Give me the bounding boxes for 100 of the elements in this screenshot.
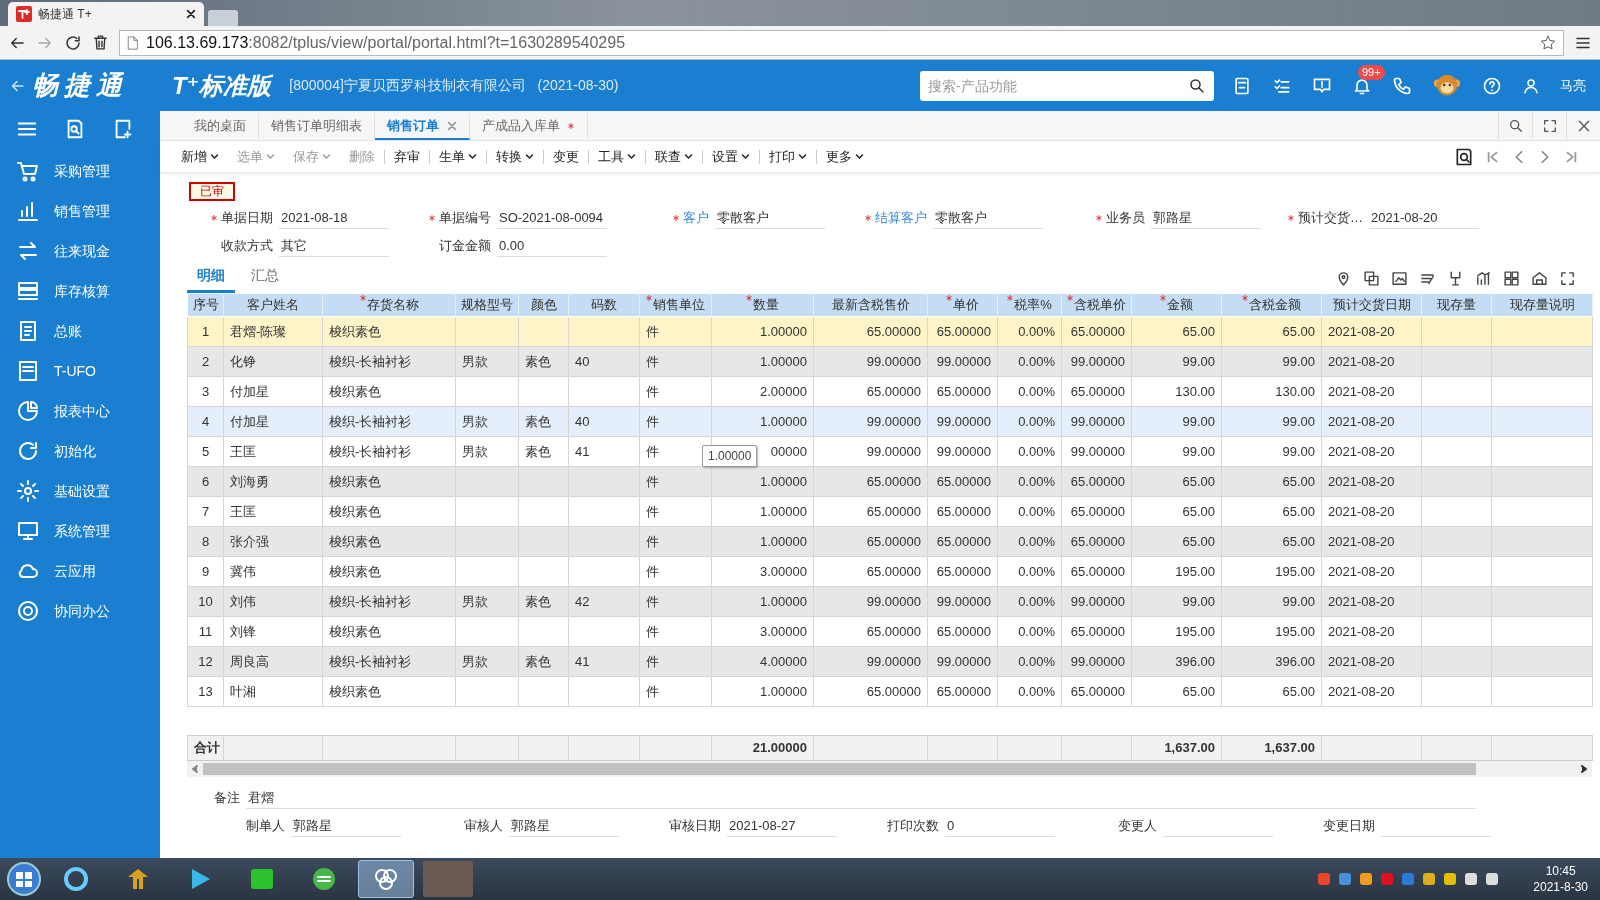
house-icon[interactable]: [1531, 270, 1548, 287]
sidebar-item[interactable]: 初始化: [0, 431, 160, 471]
sidebar-item[interactable]: 报表中心: [0, 391, 160, 431]
help-icon[interactable]: [1482, 75, 1502, 96]
column-header[interactable]: 含税单价: [1061, 293, 1132, 317]
toolbar-button[interactable]: 生单: [430, 144, 486, 169]
field-value[interactable]: SO-2021-08-0094: [497, 207, 607, 229]
column-header[interactable]: 最新含税售价: [813, 293, 928, 317]
document-tab[interactable]: 销售订单明细表: [259, 113, 375, 140]
table-row[interactable]: 3 付加星 梭织素色 件 2.00000 65.00000 65.00000 0.00% 65.00000 130.00 130.00 2021-08-20: [187, 376, 1593, 407]
horizontal-scrollbar[interactable]: [187, 761, 1592, 777]
toolbar-button[interactable]: 工具: [589, 144, 645, 169]
sidebar-item[interactable]: 总账: [0, 311, 160, 351]
table-row[interactable]: 7 王匡 梭织素色 件 1.00000 65.00000 65.00000 0.00% 65.00000 65.00 65.00 2021-08-20: [187, 496, 1593, 527]
sidebar-item[interactable]: 往来现金: [0, 231, 160, 271]
trash-icon[interactable]: [92, 34, 109, 51]
search-icon[interactable]: [1188, 76, 1206, 95]
sidebar-item[interactable]: T-UFO: [0, 351, 160, 391]
field-value[interactable]: 郭路星: [291, 815, 401, 837]
star-icon[interactable]: [1539, 33, 1557, 52]
column-header[interactable]: 数量: [711, 293, 814, 317]
tray-icon[interactable]: [1485, 872, 1500, 886]
table-row[interactable]: 13 叶湘 梭织素色 件 1.00000 65.00000 65.00000 0.00% 65.00000 65.00 65.00 2021-08-20: [187, 676, 1593, 707]
start-button-icon[interactable]: [6, 861, 42, 897]
copy-icon[interactable]: [1363, 270, 1380, 287]
toolbar-button[interactable]: 联查: [646, 144, 702, 169]
column-header[interactable]: 单价: [927, 293, 998, 317]
grid-icon[interactable]: [1503, 270, 1520, 287]
field-value[interactable]: 2021-08-20: [1369, 207, 1479, 229]
tray-icon[interactable]: [1338, 872, 1353, 886]
table-row[interactable]: 10 刘伟 梭织-长袖衬衫 男款 素色 42 件 1.00000 99.00000 99.00000 0.00% 99.00000 99.00 99.00 2021-08-20: [187, 586, 1593, 617]
fullscreen-icon[interactable]: [1541, 117, 1558, 134]
sidebar-item[interactable]: 协同办公: [0, 591, 160, 631]
toolbar-button[interactable]: 转换: [487, 144, 543, 169]
toolbar-button[interactable]: 弃审: [385, 144, 429, 169]
sidebar-item[interactable]: 采购管理: [0, 151, 160, 191]
column-header[interactable]: 客户姓名: [223, 293, 323, 317]
toolbar-button[interactable]: 更多: [817, 144, 873, 169]
detail-tab[interactable]: 汇总: [241, 265, 289, 293]
document-tab[interactable]: 销售订单: [375, 113, 470, 140]
user-name[interactable]: 马亮: [1560, 75, 1586, 96]
column-header[interactable]: 现存量: [1421, 293, 1492, 317]
table-row[interactable]: 6 刘海勇 梭织素色 件 1.00000 65.00000 65.00000 0.00% 65.00000 65.00 65.00 2021-08-20: [187, 466, 1593, 497]
column-header[interactable]: 存货名称: [322, 293, 456, 317]
table-row[interactable]: 5 王匡 梭织-长袖衬衫 男款 素色 41 件 1.00000 00000 99.00000 99.00000 0.00% 99.00000 99.00 99.00 2021-08-20: [187, 436, 1593, 467]
sidebar-item[interactable]: 系统管理: [0, 511, 160, 551]
browser-tab[interactable]: 畅捷通 T+: [8, 2, 204, 26]
scroll-left-icon[interactable]: [191, 765, 199, 773]
field-value[interactable]: 0: [945, 815, 1055, 837]
column-header[interactable]: 预计交货日期: [1321, 293, 1422, 317]
toolbar-button[interactable]: 变更: [544, 144, 588, 169]
toolbar-button[interactable]: 设置: [703, 144, 759, 169]
scrollbar-thumb[interactable]: [203, 763, 1476, 775]
field-value[interactable]: 郭路星: [509, 815, 619, 837]
field-value[interactable]: 2021-08-18: [279, 207, 389, 229]
table-row[interactable]: 8 张介强 梭织素色 件 1.00000 65.00000 65.00000 0.00% 65.00000 65.00 65.00 2021-08-20: [187, 526, 1593, 557]
document-tab[interactable]: 产成品入库单: [470, 113, 588, 140]
field-value[interactable]: 君熠: [246, 787, 1476, 809]
tray-icon[interactable]: [1443, 872, 1458, 886]
field-value[interactable]: 0.00: [497, 235, 607, 257]
table-row[interactable]: 9 冀伟 梭织素色 件 3.00000 65.00000 65.00000 0.00% 65.00000 195.00 195.00 2021-08-20: [187, 556, 1593, 587]
column-header[interactable]: 颜色: [518, 293, 569, 317]
sidebar-item[interactable]: 销售管理: [0, 191, 160, 231]
document-tab[interactable]: 我的桌面: [182, 113, 259, 140]
table-row[interactable]: 11 刘锋 梭织素色 件 3.00000 65.00000 65.00000 0.00% 65.00000 195.00 195.00 2021-08-20: [187, 616, 1593, 647]
field-value[interactable]: 零散客户: [933, 207, 1043, 229]
column-header[interactable]: 规格型号: [455, 293, 519, 317]
scroll-right-icon[interactable]: [1580, 765, 1588, 773]
column-header[interactable]: 码数: [568, 293, 640, 317]
fullscreen-icon[interactable]: [1559, 270, 1576, 287]
search-field[interactable]: 搜索-产品功能: [920, 70, 1214, 101]
column-header[interactable]: 销售单位: [639, 293, 712, 317]
trend-icon[interactable]: [1475, 270, 1492, 287]
column-header[interactable]: 现存量说明: [1491, 293, 1593, 317]
toolbar-button[interactable]: 新增: [172, 144, 228, 169]
phone-icon[interactable]: [1392, 75, 1412, 96]
column-header[interactable]: 金额: [1131, 293, 1222, 317]
image-icon[interactable]: [1391, 270, 1408, 287]
field-link[interactable]: 客户: [623, 208, 715, 228]
table-row[interactable]: 4 付加星 梭织-长袖衬衫 男款 素色 40 件 1.00000 99.00000 99.00000 0.00% 99.00000 99.00 99.00 2021-08-20: [187, 406, 1593, 437]
column-header[interactable]: 序号: [187, 293, 224, 317]
column-header[interactable]: 含税金额: [1221, 293, 1322, 317]
toolbar-button[interactable]: 打印: [760, 144, 816, 169]
sidebar-item[interactable]: 基础设置: [0, 471, 160, 511]
tray-icon[interactable]: [1422, 872, 1437, 886]
field-value[interactable]: 郭路星: [1151, 207, 1261, 229]
sidebar-item[interactable]: 云应用: [0, 551, 160, 591]
close-icon[interactable]: [186, 9, 196, 19]
table-row[interactable]: 1 君熠-陈璨 梭织素色 件 1.00000 65.00000 65.00000 0.00% 65.00000 65.00 65.00 2021-08-20: [187, 316, 1593, 347]
user-icon[interactable]: [1522, 76, 1540, 95]
table-row[interactable]: 2 化铮 梭织-长袖衬衫 男款 素色 40 件 1.00000 99.00000 99.00000 0.00% 99.00000 99.00 99.00 2021-08-20: [187, 346, 1593, 377]
reload-icon[interactable]: [64, 33, 82, 52]
column-header[interactable]: 税率%: [997, 293, 1062, 317]
table-row[interactable]: 12 周良高 梭织-长袖衬衫 男款 素色 41 件 4.00000 99.00000 99.00000 0.00% 99.00000 396.00 396.00 2021-08-20: [187, 646, 1593, 677]
field-value[interactable]: 其它: [279, 235, 389, 257]
address-bar[interactable]: 106.13.69.173:8082/tplus/view/portal/portal.html?t=1630289540295: [119, 29, 1564, 56]
field-value[interactable]: 2021-08-27: [727, 815, 837, 837]
search-icon[interactable]: [1507, 117, 1524, 134]
field-value[interactable]: 零散客户: [715, 207, 825, 229]
field-link[interactable]: 结算客户: [841, 208, 933, 228]
